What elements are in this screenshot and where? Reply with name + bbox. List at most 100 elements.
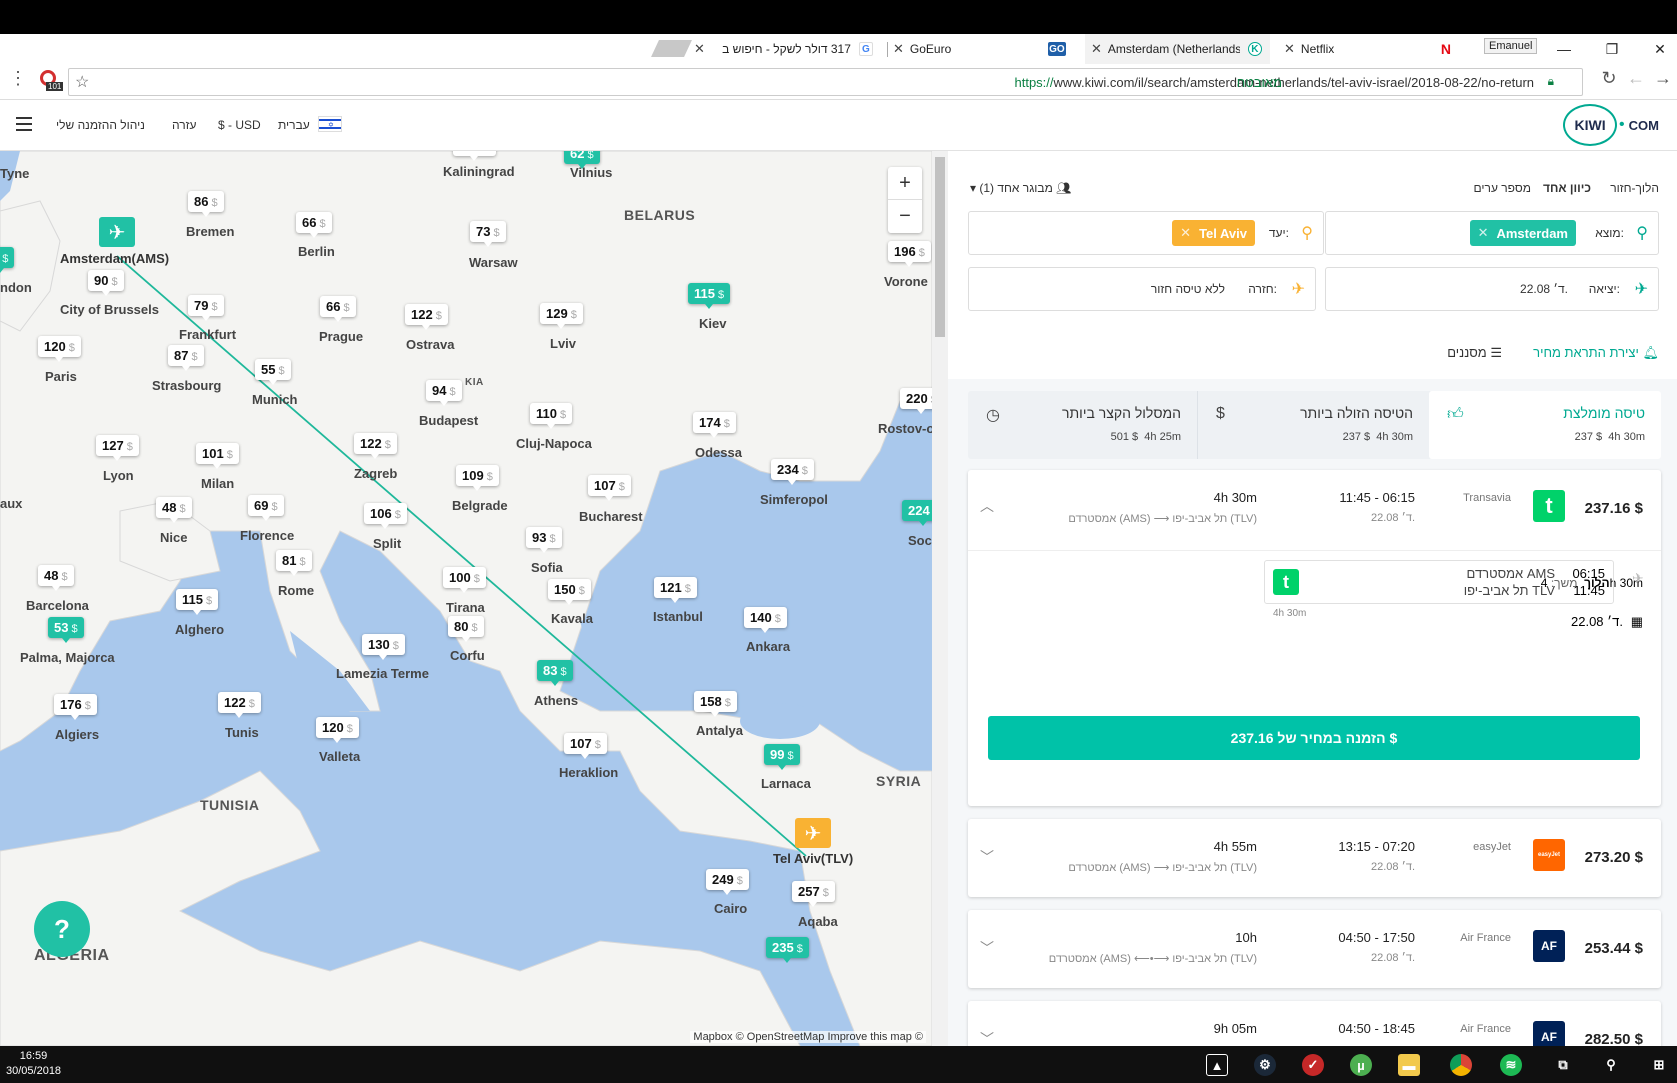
return-date-field[interactable]: ✈ חזרה: ללא טיסה חזור <box>968 267 1316 311</box>
price-pin[interactable]: 83 $ <box>537 660 573 686</box>
currency-selector[interactable]: $ - USD <box>218 118 261 132</box>
price-pin[interactable]: 53 $ <box>48 617 84 643</box>
price-pin[interactable]: 106 $ <box>364 503 407 529</box>
profile-name-button[interactable]: Emanuel <box>1484 38 1538 54</box>
destination-field[interactable]: ⚲ יעד: ✕ Tel Aviv <box>968 211 1324 255</box>
result-card[interactable]: 253.44 $ AF Air France 04:50 - 17:50 ד׳ … <box>968 910 1661 988</box>
zoom-in-button[interactable]: + <box>888 167 922 200</box>
tab-recommended[interactable]: טיסה מומלצת 237 $ 4h 30m 👍︎ <box>1429 391 1661 459</box>
price-pin[interactable]: 94 $ <box>426 380 462 406</box>
trip-type-multicity[interactable]: מספר ערים <box>1474 181 1531 195</box>
price-pin[interactable]: 48 $ <box>156 497 192 523</box>
help-link[interactable]: עזרה <box>172 118 197 132</box>
kiwi-logo[interactable]: KIWI • COM <box>1563 104 1659 146</box>
result-card[interactable]: 273.20 $ easyJet easyJet 13:15 - 07:20 ד… <box>968 819 1661 897</box>
browser-tab[interactable]: ✕ 317 דולר לשקל - חיפוש ב G <box>694 34 884 64</box>
file-explorer-icon[interactable]: ▬ <box>1398 1054 1420 1076</box>
price-pin[interactable]: 55 $ <box>255 359 291 385</box>
price-pin[interactable]: 73 $ <box>470 221 506 247</box>
taskbar-clock[interactable]: 16:59 30/05/2018 <box>6 1049 61 1079</box>
price-pin[interactable]: 129 $ <box>540 303 583 329</box>
close-tab-icon[interactable]: ✕ <box>694 41 705 57</box>
browser-tab[interactable]: ✕ GoEuro GO <box>893 34 1073 64</box>
israel-flag-icon[interactable]: ✡ <box>318 116 342 132</box>
manage-booking-link[interactable]: ניהול ההזמנה שלי <box>56 118 145 132</box>
forward-icon[interactable]: ← <box>1622 68 1650 89</box>
price-pin[interactable]: 81 $ <box>276 550 312 576</box>
price-pin[interactable]: 196 $ <box>888 241 931 267</box>
scrollbar-thumb[interactable] <box>935 157 945 337</box>
expand-chevron-icon[interactable]: ﹀ <box>980 1029 994 1046</box>
price-pin[interactable]: 69 $ <box>248 495 284 521</box>
windows-start-icon[interactable]: ⊞ <box>1648 1054 1670 1076</box>
price-pin[interactable]: 110 $ <box>530 403 573 429</box>
destination-chip[interactable]: ✕ Tel Aviv <box>1172 220 1255 246</box>
remove-origin-icon[interactable]: ✕ <box>1478 225 1489 241</box>
origin-field[interactable]: ⚲ מוצא: ✕ Amsterdam <box>1325 211 1659 255</box>
price-pin[interactable]: 120 $ <box>38 336 81 362</box>
price-pin[interactable]: 107 $ <box>588 475 631 501</box>
price-pin[interactable]: 234 $ <box>771 459 814 485</box>
price-pin[interactable]: 93 $ <box>526 527 562 553</box>
leg-segment[interactable]: 06:15 אמסטרדם AMS 11:45 תל אביב-יפו TLV … <box>1264 560 1614 604</box>
price-pin[interactable]: 80 $ <box>448 616 484 642</box>
language-selector[interactable]: עברית <box>278 118 310 132</box>
hamburger-menu-icon[interactable] <box>16 117 32 131</box>
expand-chevron-icon[interactable]: ﹀ <box>980 847 994 867</box>
book-button[interactable]: הזמנה במחיר של 237.16 $ <box>988 716 1640 760</box>
price-pin[interactable]: 158 $ <box>694 691 737 717</box>
price-pin[interactable]: 62 $ <box>564 151 600 169</box>
price-pin[interactable]: 235 $ <box>766 937 809 963</box>
origin-plane-icon[interactable]: ✈ <box>99 217 135 247</box>
zoom-out-button[interactable]: − <box>888 200 922 233</box>
price-alert-link[interactable]: יצירת התראת מחיר 🔔︎ <box>1533 345 1659 361</box>
scrollbar[interactable] <box>932 151 948 1046</box>
spotify-icon[interactable]: ≋ <box>1500 1054 1522 1076</box>
map[interactable]: 121$ 62$ 86$ 66$ 73$ 196$ 90$ 115$ 79$ 6… <box>0 151 932 1046</box>
price-pin[interactable]: 122 $ <box>218 692 261 718</box>
result-card-expanded[interactable]: 237.16 $ t Transavia 11:45 - 06:15 ד׳ 22… <box>968 470 1661 806</box>
menu-dots-icon[interactable]: ⋮ <box>4 68 32 89</box>
reload-icon[interactable]: ↻ <box>1595 68 1623 89</box>
trip-type-return[interactable]: הלוך-חזור <box>1610 181 1659 195</box>
price-pin[interactable]: 66 $ <box>320 296 356 322</box>
omnibox[interactable]: ☆ https://www.kiwi.com/il/search/amsterd… <box>68 68 1583 96</box>
price-pin[interactable]: 66 $ <box>296 212 332 238</box>
tab-cheapest[interactable]: הטיסה הזולה ביותר 237 $ 4h 30m $ <box>1197 391 1429 459</box>
price-pin[interactable]: 140 $ <box>744 607 787 633</box>
price-pin[interactable]: 48 $ <box>38 565 74 591</box>
search-icon[interactable]: ⚲ <box>1600 1054 1622 1076</box>
app-icon[interactable]: ✓ <box>1302 1054 1324 1076</box>
browser-tab[interactable]: ✕ Netflix N <box>1278 34 1458 64</box>
photos-icon[interactable]: ▲ <box>1206 1054 1228 1076</box>
price-pin[interactable]: 224$ <box>902 500 932 526</box>
passengers-selector[interactable]: ▾ מבוגר אחד (1) 👥︎ <box>970 181 1071 195</box>
price-pin[interactable]: 79 $ <box>188 295 224 321</box>
remove-destination-icon[interactable]: ✕ <box>1180 225 1191 241</box>
close-tab-icon[interactable]: ✕ <box>1284 41 1295 57</box>
price-pin[interactable]: 176 $ <box>54 694 97 720</box>
close-tab-icon[interactable]: ✕ <box>893 41 904 57</box>
restore-icon[interactable]: ❐ <box>1592 34 1632 64</box>
price-pin[interactable]: 174 $ <box>693 412 736 438</box>
price-pin[interactable]: 107 $ <box>564 733 607 759</box>
price-pin[interactable]: 257 $ <box>792 881 835 907</box>
price-pin[interactable]: 90 $ <box>88 270 124 296</box>
extension-icon[interactable]: 101 <box>40 70 64 92</box>
price-pin[interactable]: 5$ <box>0 247 15 273</box>
price-pin[interactable]: 150 $ <box>548 579 591 605</box>
star-icon[interactable]: ☆ <box>75 72 89 92</box>
utorrent-icon[interactable]: µ <box>1350 1054 1372 1076</box>
price-pin[interactable]: 127 $ <box>96 435 139 461</box>
price-pin[interactable]: 115 $ <box>688 283 731 309</box>
back-icon[interactable]: → <box>1649 68 1677 89</box>
expand-chevron-icon[interactable]: ﹀ <box>980 938 994 958</box>
task-view-icon[interactable]: ⧉ <box>1552 1054 1574 1076</box>
price-pin[interactable]: 100 $ <box>443 567 486 593</box>
destination-plane-icon[interactable]: ✈ <box>795 818 831 848</box>
price-pin[interactable]: 115 $ <box>176 589 219 615</box>
price-pin[interactable]: 87 $ <box>168 345 204 371</box>
price-pin[interactable]: 130 $ <box>362 634 405 660</box>
price-pin[interactable]: 99 $ <box>764 744 800 770</box>
tab-shortest[interactable]: המסלול הקצר ביותר 501 $ 4h 25m ◷ <box>968 391 1197 459</box>
